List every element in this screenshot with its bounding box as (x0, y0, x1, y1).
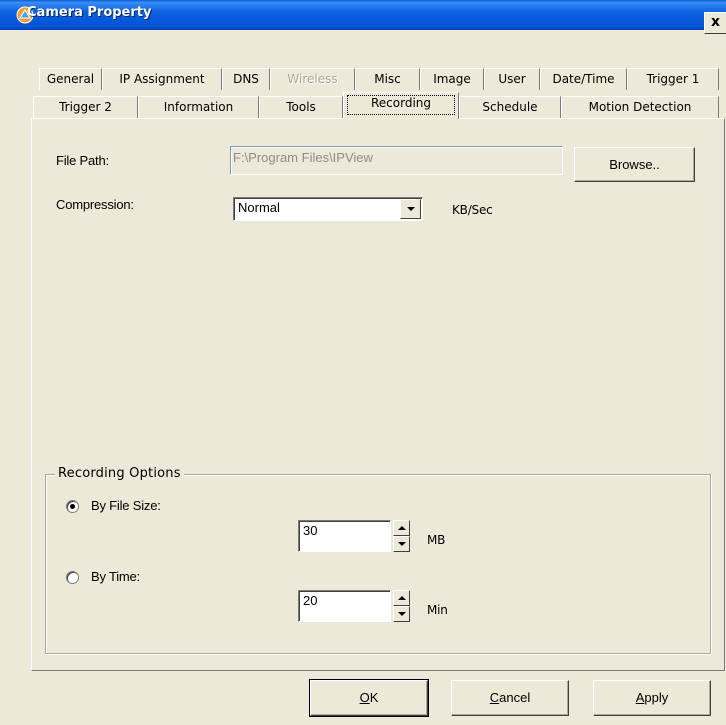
chevron-down-icon (407, 207, 415, 211)
tab-label: Tools (286, 100, 316, 114)
recording-options-title: Recording Options (55, 466, 184, 481)
tab-wireless: Wireless (270, 68, 355, 90)
tab-trigger-2[interactable]: Trigger 2 (33, 96, 138, 118)
tab-tools[interactable]: Tools (259, 96, 343, 118)
tab-label: Date/Time (552, 72, 615, 86)
by-time-radio[interactable] (66, 571, 79, 584)
chevron-up-icon (398, 526, 406, 530)
close-button[interactable]: x (704, 12, 726, 34)
tab-ip-assignment[interactable]: IP Assignment (102, 68, 222, 90)
cancel-label-rest: ancel (499, 690, 531, 705)
dropdown-arrow-button[interactable] (400, 199, 421, 219)
tab-motion-detection[interactable]: Motion Detection (561, 96, 719, 118)
spin-up-button[interactable] (393, 590, 410, 606)
tab-label: Trigger 1 (646, 72, 700, 86)
tab-date-time[interactable]: Date/Time (540, 68, 627, 90)
tab-label: Motion Detection (588, 100, 692, 114)
focus-rectangle (347, 95, 455, 115)
tab-label: IP Assignment (119, 72, 205, 86)
title-bar: Camera Property x (0, 0, 726, 34)
close-icon: x (711, 14, 721, 30)
chevron-down-icon (398, 542, 406, 546)
file-path-label: File Path: (56, 153, 109, 168)
file-size-unit: MB (427, 533, 446, 547)
tab-label: General (46, 72, 95, 86)
tab-label: Misc (374, 72, 401, 86)
time-input[interactable]: 20 (298, 590, 391, 622)
by-file-size-radio[interactable] (66, 500, 79, 513)
tab-user[interactable]: User (484, 68, 540, 90)
tab-general[interactable]: General (39, 68, 102, 90)
tab-trigger-1[interactable]: Trigger 1 (627, 68, 719, 90)
file-size-input[interactable]: 30 (298, 520, 391, 552)
file-path-field: F:\Program Files\IPView (230, 146, 563, 175)
spin-up-button[interactable] (393, 520, 410, 536)
tab-misc[interactable]: Misc (355, 68, 420, 90)
ok-mnemonic: O (359, 690, 370, 705)
tab-information[interactable]: Information (138, 96, 259, 118)
tab-recording[interactable]: Recording (343, 92, 459, 119)
tab-dns[interactable]: DNS (222, 68, 270, 90)
cancel-button[interactable]: Cancel (451, 680, 569, 716)
tab-label: Schedule (482, 100, 538, 114)
tab-schedule[interactable]: Schedule (459, 96, 561, 118)
browse-button-label: Browse.. (609, 157, 660, 172)
cancel-mnemonic: C (489, 690, 500, 705)
tab-label: Wireless (287, 72, 338, 86)
compression-unit: KB/Sec (452, 203, 493, 217)
tab-label: Image (433, 72, 471, 86)
tab-label: DNS (233, 72, 259, 86)
apply-button[interactable]: Apply (593, 680, 711, 716)
compression-value: Normal (238, 200, 280, 215)
chevron-up-icon (398, 596, 406, 600)
tab-image[interactable]: Image (420, 68, 484, 90)
compression-label: Compression: (56, 197, 134, 212)
window-title: Camera Property (27, 5, 152, 20)
apply-label-rest: pply (644, 690, 669, 705)
file-size-spinner[interactable] (393, 520, 410, 552)
time-spinner[interactable] (393, 590, 410, 622)
compression-select[interactable]: Normal (233, 197, 423, 221)
ok-label-rest: K (369, 690, 379, 705)
time-unit: Min (427, 603, 448, 617)
spin-down-button[interactable] (393, 606, 410, 622)
tab-label: Information (163, 100, 234, 114)
tab-label: Trigger 2 (59, 100, 112, 114)
by-file-size-label: By File Size: (91, 498, 161, 513)
ok-button[interactable]: OK (309, 679, 429, 717)
chevron-down-icon (398, 612, 406, 616)
by-time-label: By Time: (91, 569, 140, 584)
tab-label: User (498, 72, 526, 86)
radio-selected-dot (70, 504, 75, 509)
spin-down-button[interactable] (393, 536, 410, 552)
browse-button[interactable]: Browse.. (574, 147, 695, 182)
